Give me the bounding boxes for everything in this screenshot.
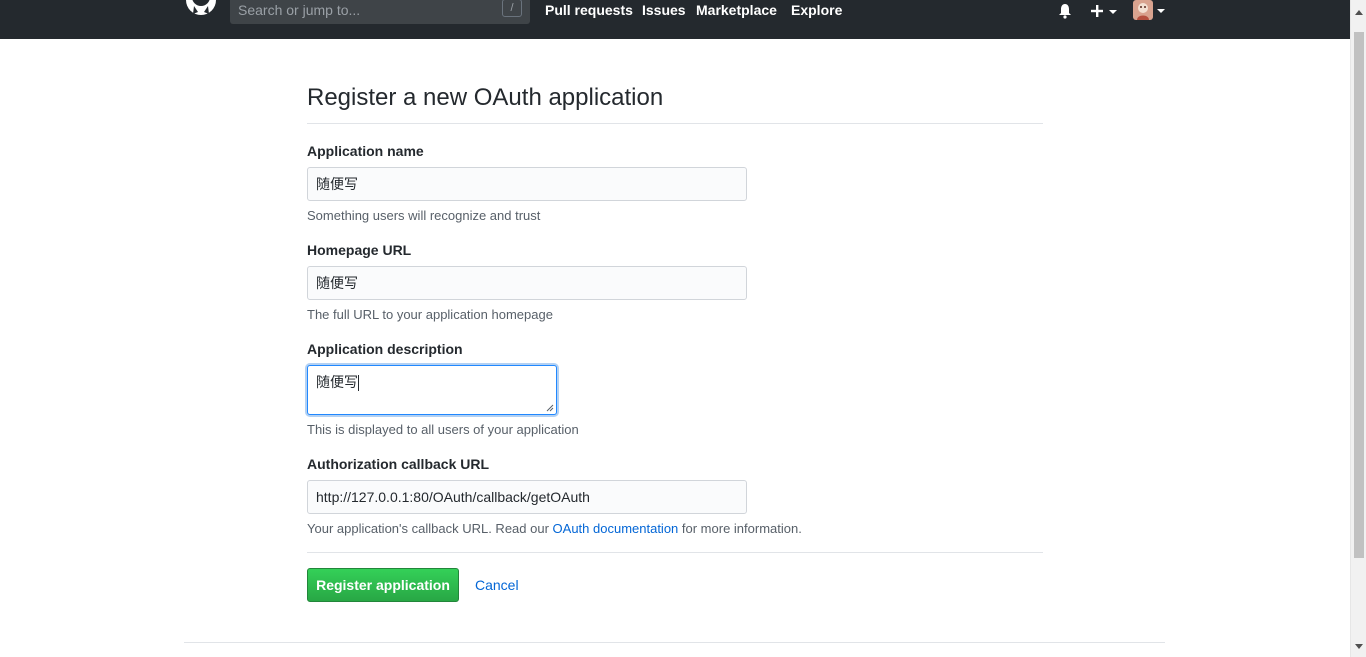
register-application-button[interactable]: Register application <box>307 568 459 602</box>
homepage-url-value: 随便写 <box>316 275 358 291</box>
callback-url-value: http://127.0.0.1:80/OAuth/callback/getOA… <box>316 489 590 505</box>
avatar <box>1133 0 1153 20</box>
oauth-documentation-link[interactable]: OAuth documentation <box>553 521 679 536</box>
search-input[interactable]: Search or jump to... / <box>230 0 530 24</box>
app-name-value: 随便写 <box>316 176 358 192</box>
plus-icon <box>1091 5 1103 17</box>
scroll-down-icon[interactable] <box>1355 644 1363 649</box>
vertical-scrollbar[interactable] <box>1350 0 1366 657</box>
search-placeholder: Search or jump to... <box>238 2 361 18</box>
nav-marketplace[interactable]: Marketplace <box>696 2 777 18</box>
resize-handle-icon[interactable] <box>546 404 554 412</box>
app-name-input[interactable]: 随便写 <box>307 167 747 201</box>
app-description-label: Application description <box>307 341 463 357</box>
chevron-down-icon <box>1109 10 1117 14</box>
cancel-link[interactable]: Cancel <box>475 577 519 593</box>
app-name-label: Application name <box>307 143 424 159</box>
homepage-url-label: Homepage URL <box>307 242 412 258</box>
app-description-value: 随便写 <box>316 374 358 390</box>
callback-url-label: Authorization callback URL <box>307 456 490 472</box>
title-divider <box>307 123 1043 124</box>
nav-issues[interactable]: Issues <box>642 2 686 18</box>
text-cursor <box>358 375 359 392</box>
github-octocat-icon[interactable] <box>184 0 218 22</box>
scroll-up-icon[interactable] <box>1355 10 1363 15</box>
page-title: Register a new OAuth application <box>307 84 664 111</box>
app-name-note: Something users will recognize and trust <box>307 208 541 223</box>
chevron-down-icon <box>1157 9 1165 13</box>
homepage-url-input[interactable]: 随便写 <box>307 266 747 300</box>
search-shortcut-key: / <box>502 0 522 17</box>
footer-divider <box>184 642 1165 643</box>
scrollbar-thumb[interactable] <box>1354 32 1364 558</box>
create-new-menu[interactable] <box>1090 2 1120 20</box>
nav-pull-requests[interactable]: Pull requests <box>545 2 633 18</box>
app-description-textarea[interactable]: 随便写 <box>307 365 557 415</box>
nav-explore[interactable]: Explore <box>791 2 842 18</box>
app-description-note: This is displayed to all users of your a… <box>307 422 579 437</box>
top-navigation-bar: Search or jump to... / Pull requests Iss… <box>0 0 1350 39</box>
callback-url-note: Your application's callback URL. Read ou… <box>307 521 802 536</box>
form-divider <box>307 552 1043 553</box>
callback-note-suffix: for more information. <box>678 521 802 536</box>
homepage-url-note: The full URL to your application homepag… <box>307 307 553 322</box>
bell-icon[interactable] <box>1058 3 1072 19</box>
callback-note-text: Your application's callback URL. Read ou… <box>307 521 553 536</box>
user-menu[interactable] <box>1133 0 1167 22</box>
callback-url-input[interactable]: http://127.0.0.1:80/OAuth/callback/getOA… <box>307 480 747 514</box>
